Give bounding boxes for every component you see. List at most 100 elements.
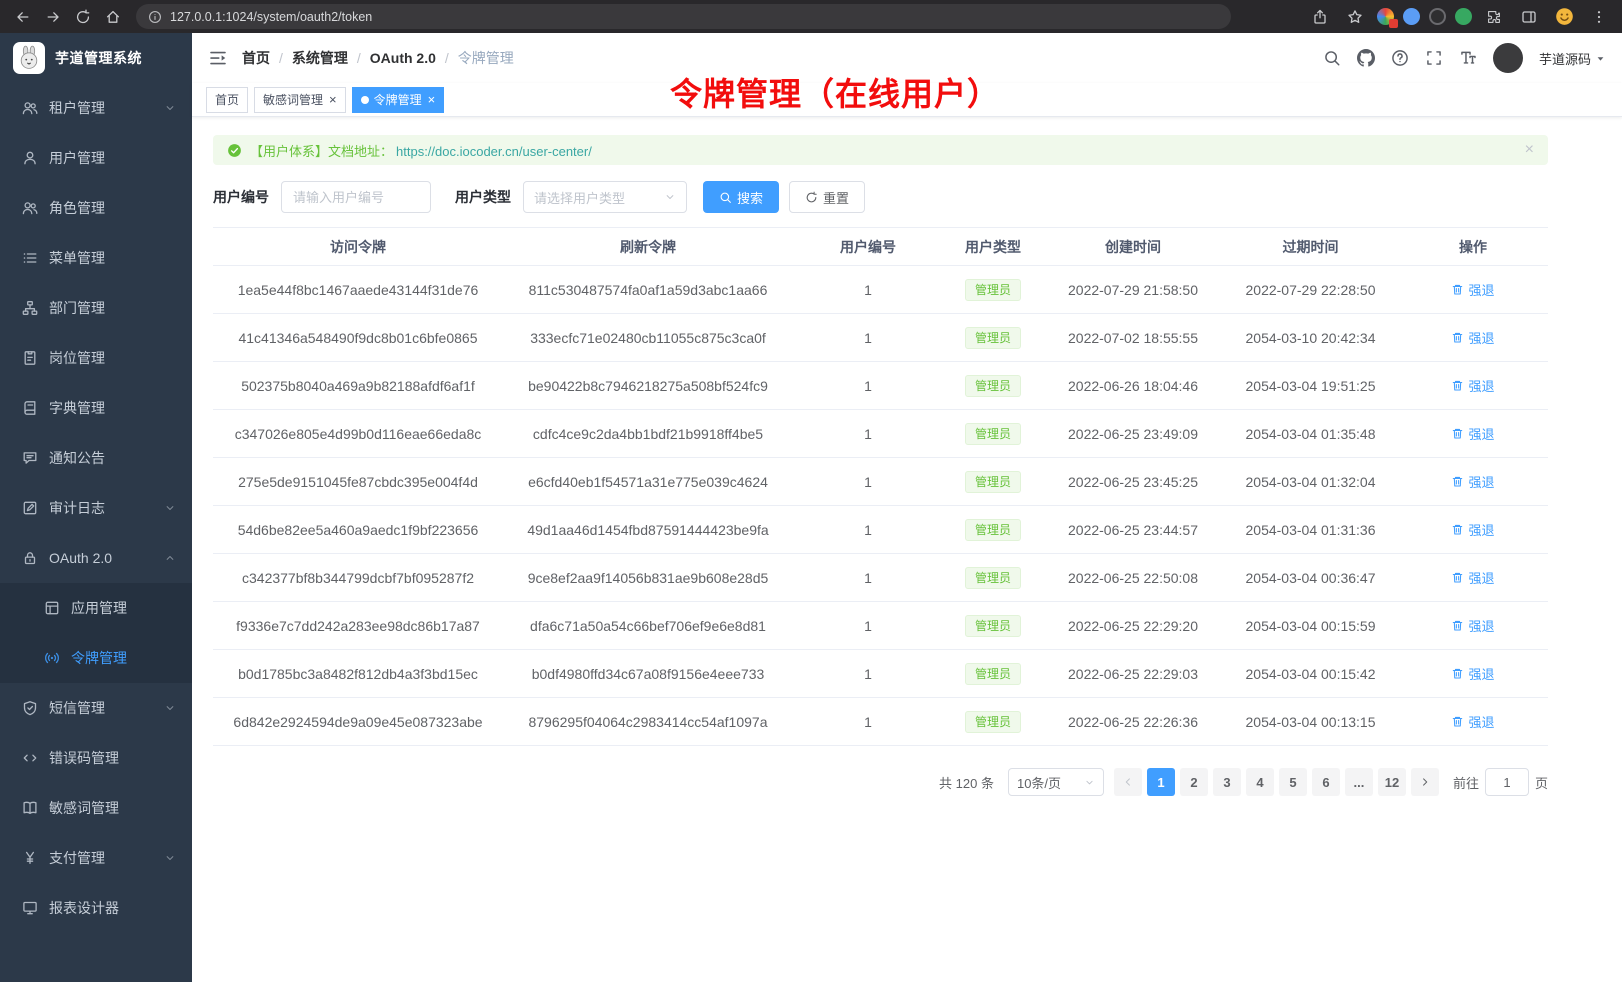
topbar-actions: 芋道源码	[1323, 43, 1606, 73]
user-menu[interactable]: 芋道源码	[1539, 49, 1606, 68]
sidebar-item-tenant[interactable]: 租户管理	[0, 83, 192, 133]
sidebar-item-oauth2-app[interactable]: 应用管理	[0, 583, 192, 633]
breadcrumb: 首页/系统管理/OAuth 2.0/令牌管理	[242, 48, 514, 68]
forward-icon[interactable]	[40, 4, 66, 30]
user-id-cell: 1	[793, 362, 943, 410]
tab-close-icon[interactable]: ×	[428, 93, 436, 106]
page-button-3[interactable]: 3	[1213, 768, 1241, 796]
extension-2-icon[interactable]	[1403, 8, 1420, 25]
extensions-puzzle-icon[interactable]	[1481, 4, 1507, 30]
page-ellipsis[interactable]: ...	[1345, 768, 1373, 796]
bookmark-star-icon[interactable]	[1342, 4, 1368, 30]
url-text: 127.0.0.1:1024/system/oauth2/token	[170, 10, 372, 24]
expire-time-cell: 2054-03-04 01:35:48	[1223, 410, 1398, 458]
sidebar-item-notice[interactable]: 通知公告	[0, 433, 192, 483]
prev-page-button[interactable]	[1114, 768, 1142, 796]
home-icon[interactable]	[100, 4, 126, 30]
sidebar-item-user[interactable]: 用户管理	[0, 133, 192, 183]
sidebar-item-label: 错误码管理	[49, 748, 119, 768]
force-logout-button[interactable]: 强退	[1451, 376, 1494, 395]
force-logout-button[interactable]: 强退	[1451, 664, 1494, 683]
browser-profile-avatar[interactable]	[1551, 4, 1577, 30]
alert-close-icon[interactable]: ×	[1525, 142, 1534, 158]
sidebar-item-label: 审计日志	[49, 498, 105, 518]
user-id-input[interactable]	[281, 181, 431, 213]
search-button-label: 搜索	[737, 188, 763, 207]
page-button-6[interactable]: 6	[1312, 768, 1340, 796]
fullscreen-icon[interactable]	[1425, 49, 1443, 67]
sidebar-item-post[interactable]: 岗位管理	[0, 333, 192, 383]
search-button[interactable]: 搜索	[703, 181, 779, 213]
tab-close-icon[interactable]: ×	[329, 93, 337, 106]
sidebar-item-report-designer[interactable]: 报表设计器	[0, 883, 192, 933]
force-logout-button[interactable]: 强退	[1451, 472, 1494, 491]
sidebar-item-dict[interactable]: 字典管理	[0, 383, 192, 433]
tab-token[interactable]: 令牌管理×	[352, 87, 445, 113]
list-icon	[22, 250, 38, 266]
table-row: 6d842e2924594de9a09e45e087323abe8796295f…	[213, 698, 1548, 746]
breadcrumb-item[interactable]: 首页	[242, 48, 270, 68]
expire-time-cell: 2054-03-04 19:51:25	[1223, 362, 1398, 410]
font-size-icon[interactable]	[1459, 49, 1477, 67]
sidebar-item-pay[interactable]: 支付管理	[0, 833, 192, 883]
page-button-1[interactable]: 1	[1147, 768, 1175, 796]
reset-button[interactable]: 重置	[789, 181, 865, 213]
sidebar-toggle-icon[interactable]	[208, 48, 228, 68]
search-icon	[719, 191, 732, 204]
page-button-4[interactable]: 4	[1246, 768, 1274, 796]
share-icon[interactable]	[1307, 4, 1333, 30]
extension-1-icon[interactable]	[1377, 8, 1394, 25]
page-button-5[interactable]: 5	[1279, 768, 1307, 796]
sidebar-item-role[interactable]: 角色管理	[0, 183, 192, 233]
breadcrumb-item[interactable]: 系统管理	[292, 48, 348, 68]
reload-icon[interactable]	[70, 4, 96, 30]
browser-menu-icon[interactable]	[1586, 4, 1612, 30]
chat-icon	[22, 450, 38, 466]
delete-icon	[1451, 571, 1464, 584]
force-logout-button[interactable]: 强退	[1451, 424, 1494, 443]
sidebar-item-oauth2[interactable]: OAuth 2.0	[0, 533, 192, 583]
extension-3-icon[interactable]	[1429, 8, 1446, 25]
expire-time-cell: 2054-03-04 00:15:59	[1223, 602, 1398, 650]
tab-sensitive-word[interactable]: 敏感词管理×	[254, 87, 346, 113]
address-bar[interactable]: 127.0.0.1:1024/system/oauth2/token	[136, 4, 1231, 29]
force-logout-button[interactable]: 强退	[1451, 520, 1494, 539]
sidebar-item-sensitive-word[interactable]: 敏感词管理	[0, 783, 192, 833]
page-size-select[interactable]: 10条/页	[1008, 768, 1104, 796]
app-logo[interactable]: 芋道管理系统	[0, 33, 192, 83]
caret-down-icon	[1595, 53, 1606, 64]
sidebar-item-oauth2-token[interactable]: 令牌管理	[0, 633, 192, 683]
breadcrumb-item[interactable]: OAuth 2.0	[370, 50, 436, 66]
page-button-12[interactable]: 12	[1378, 768, 1406, 796]
user-avatar[interactable]	[1493, 43, 1523, 73]
column-header: 刷新令牌	[503, 228, 793, 266]
force-logout-button[interactable]: 强退	[1451, 328, 1494, 347]
force-logout-button[interactable]: 强退	[1451, 568, 1494, 587]
sidebar-item-audit-log[interactable]: 审计日志	[0, 483, 192, 533]
sidebar-item-dept[interactable]: 部门管理	[0, 283, 192, 333]
doc-link[interactable]: https://doc.iocoder.cn/user-center/	[396, 144, 592, 159]
next-page-button[interactable]	[1411, 768, 1439, 796]
github-icon[interactable]	[1357, 49, 1375, 67]
search-icon[interactable]	[1323, 49, 1341, 67]
side-panel-icon[interactable]	[1516, 4, 1542, 30]
sidebar-item-sms[interactable]: 短信管理	[0, 683, 192, 733]
tab-home[interactable]: 首页	[206, 87, 248, 113]
user-type-select[interactable]: 请选择用户类型	[523, 181, 687, 213]
expire-time-cell: 2054-03-04 00:36:47	[1223, 554, 1398, 602]
help-icon[interactable]	[1391, 49, 1409, 67]
sidebar-item-menu[interactable]: 菜单管理	[0, 233, 192, 283]
page-button-2[interactable]: 2	[1180, 768, 1208, 796]
force-logout-button[interactable]: 强退	[1451, 712, 1494, 731]
goto-page-input[interactable]	[1485, 768, 1529, 796]
site-info-icon[interactable]	[148, 10, 162, 24]
force-logout-button[interactable]: 强退	[1451, 280, 1494, 299]
goto-label: 前往	[1453, 773, 1479, 792]
back-icon[interactable]	[10, 4, 36, 30]
sidebar-item-error-code[interactable]: 错误码管理	[0, 733, 192, 783]
force-logout-button[interactable]: 强退	[1451, 616, 1494, 635]
extension-notification-badge	[1389, 19, 1398, 28]
users-icon	[22, 200, 38, 216]
sidebar-item-label: 支付管理	[49, 848, 105, 868]
extension-4-icon[interactable]	[1455, 8, 1472, 25]
